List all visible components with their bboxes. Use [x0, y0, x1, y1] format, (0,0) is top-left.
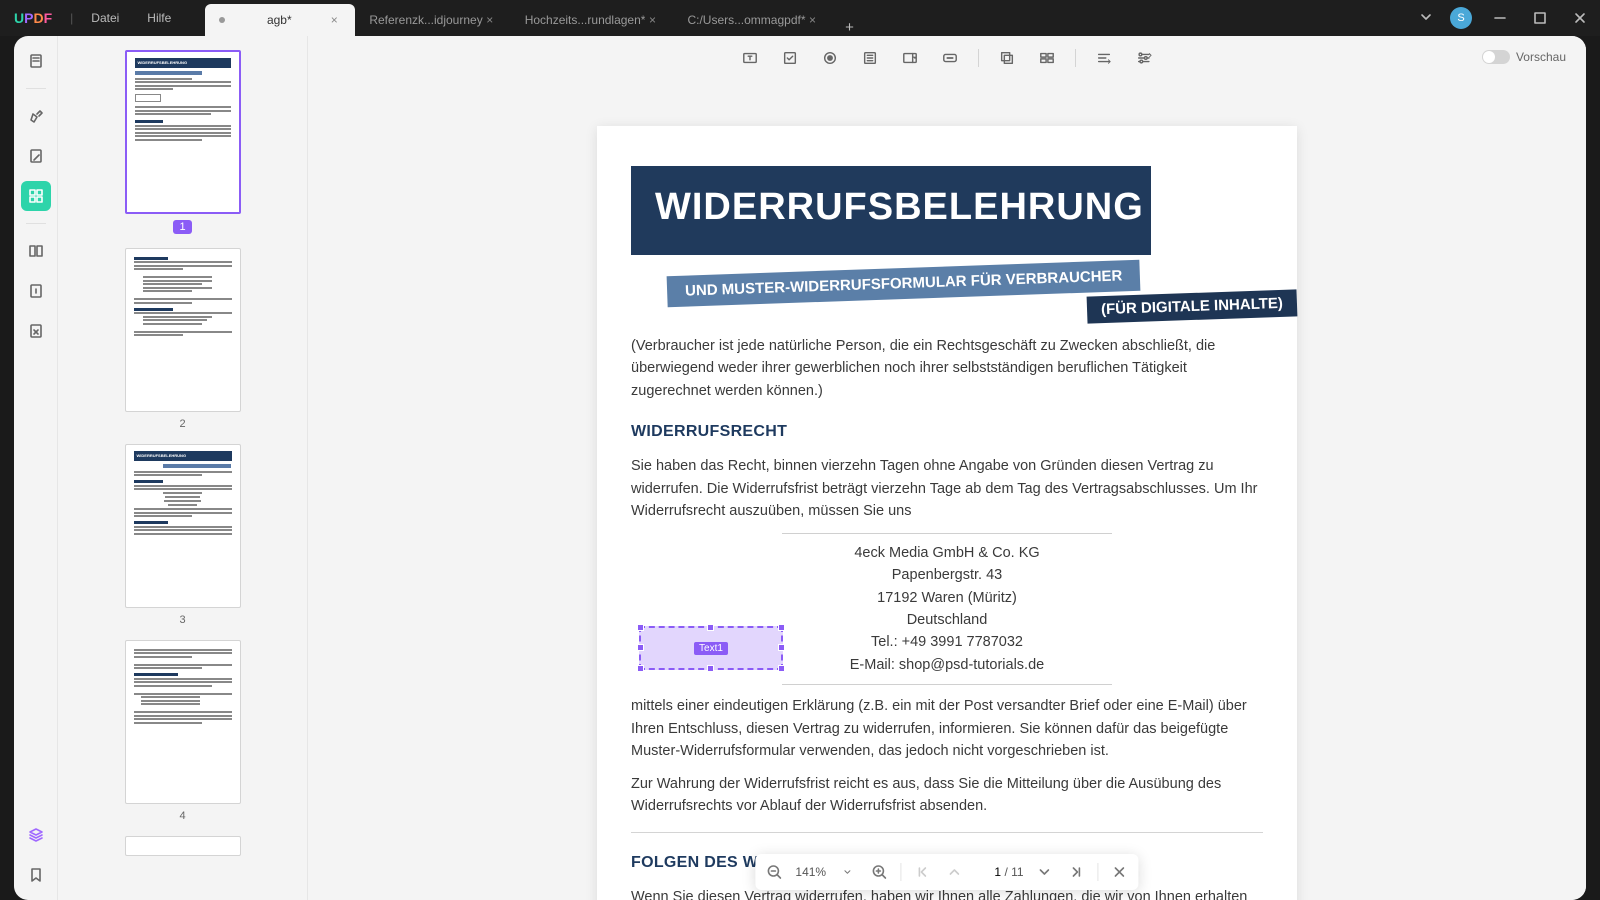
thumbnail-panel[interactable]: WIDERRUFSBELEHRUNG 1 2 WIDERRUFSBELEHRUNG… [58, 36, 308, 900]
thumb-number: 1 [173, 220, 191, 234]
copy-tool[interactable] [995, 46, 1019, 70]
button-tool[interactable] [938, 46, 962, 70]
crop-icon[interactable] [21, 316, 51, 346]
thumb-number: 4 [179, 810, 185, 822]
doc-subtitle-2: (FÜR DIGITALE INHALTE) [1087, 289, 1298, 323]
main-canvas-area: Vorschau WIDERRUFSBELEHRUNG UND MUSTER-W… [308, 36, 1586, 900]
page-canvas[interactable]: WIDERRUFSBELEHRUNG UND MUSTER-WIDERRUFSF… [308, 86, 1586, 900]
zoom-in-button[interactable] [868, 861, 890, 883]
resize-handle[interactable] [707, 624, 714, 631]
close-icon[interactable]: × [645, 13, 659, 27]
thumbnail-page-3[interactable]: WIDERRUFSBELEHRUNG [125, 444, 241, 608]
workspace: WIDERRUFSBELEHRUNG 1 2 WIDERRUFSBELEHRUNG… [14, 36, 1586, 900]
create-multiple-tool[interactable] [1035, 46, 1059, 70]
list-tool[interactable] [858, 46, 882, 70]
resize-handle[interactable] [778, 665, 785, 672]
close-icon[interactable]: × [483, 13, 497, 27]
new-tab-button[interactable]: + [834, 19, 866, 36]
preview-toggle[interactable]: Vorschau [1482, 50, 1566, 64]
resize-handle[interactable] [778, 624, 785, 631]
chevron-down-icon[interactable] [1418, 9, 1434, 28]
menu-help[interactable]: Hilfe [133, 11, 185, 25]
doc-paragraph: mittels einer eindeutigen Erklärung (z.B… [631, 695, 1263, 762]
resize-handle[interactable] [637, 624, 644, 631]
thumb-number: 3 [179, 614, 185, 626]
edit-icon[interactable] [21, 141, 51, 171]
pdf-page[interactable]: WIDERRUFSBELEHRUNG UND MUSTER-WIDERRUFSF… [597, 126, 1297, 900]
reader-icon[interactable] [21, 46, 51, 76]
app-logo: UPDF [0, 10, 66, 26]
text-field-tool[interactable] [738, 46, 762, 70]
form-toolbar [738, 46, 1156, 70]
minimize-button[interactable] [1480, 0, 1520, 36]
tab-users[interactable]: C:/Users...ommagpdf*× [673, 4, 833, 36]
resize-handle[interactable] [637, 665, 644, 672]
page-number-input[interactable] [975, 865, 1001, 879]
first-page-button[interactable] [911, 861, 933, 883]
thumbnail-page-1[interactable]: WIDERRUFSBELEHRUNG [125, 50, 241, 214]
doc-intro: (Verbraucher ist jede natürliche Person,… [631, 335, 1263, 402]
page-navigator: 141% / 11 [755, 854, 1138, 890]
avatar[interactable]: S [1450, 7, 1472, 29]
page-input-wrap: / 11 [975, 865, 1023, 879]
resize-handle[interactable] [707, 665, 714, 672]
thumbnail-page-2[interactable] [125, 248, 241, 412]
tab-hochzeits[interactable]: Hochzeits...rundlagen*× [511, 4, 674, 36]
checkbox-tool[interactable] [778, 46, 802, 70]
doc-paragraph: Sie haben das Recht, binnen vierzehn Tag… [631, 455, 1263, 522]
close-button[interactable] [1560, 0, 1600, 36]
document-tabs: agb*× Referenzk...idjourney× Hochzeits..… [205, 0, 1418, 36]
thumbnail-page-4[interactable] [125, 640, 241, 804]
doc-heading: WIDERRUFSRECHT [631, 420, 1263, 445]
thumb-number: 2 [179, 418, 185, 430]
last-page-button[interactable] [1066, 861, 1088, 883]
layers-icon[interactable] [21, 820, 51, 850]
doc-title-banner: WIDERRUFSBELEHRUNG [631, 166, 1151, 255]
maximize-button[interactable] [1520, 0, 1560, 36]
radio-tool[interactable] [818, 46, 842, 70]
bookmark-icon[interactable] [21, 860, 51, 890]
doc-paragraph: Zur Wahrung der Widerrufsfrist reicht es… [631, 773, 1263, 818]
thumbnail-page-5[interactable] [125, 836, 241, 856]
toggle-switch[interactable] [1482, 50, 1510, 64]
organize-icon[interactable] [21, 236, 51, 266]
menu-file[interactable]: Datei [77, 11, 133, 25]
align-tool[interactable] [1092, 46, 1116, 70]
resize-handle[interactable] [637, 644, 644, 651]
next-page-button[interactable] [1034, 861, 1056, 883]
close-icon[interactable]: × [806, 13, 820, 27]
resize-handle[interactable] [778, 644, 785, 651]
highlighter-icon[interactable] [21, 101, 51, 131]
form-settings-tool[interactable] [1132, 46, 1156, 70]
zoom-value[interactable]: 141% [795, 865, 826, 879]
tab-agb[interactable]: agb*× [205, 4, 355, 36]
combo-tool[interactable] [898, 46, 922, 70]
doc-subtitle-1: UND MUSTER-WIDERRUFSFORMULAR FÜR VERBRAU… [667, 260, 1141, 308]
close-icon[interactable]: × [327, 13, 341, 27]
prev-page-button[interactable] [943, 861, 965, 883]
field-label-tag: Text1 [694, 642, 728, 655]
title-bar: UPDF | Datei Hilfe agb*× Referenzk...idj… [0, 0, 1600, 36]
left-rail [14, 36, 58, 900]
form-icon[interactable] [21, 181, 51, 211]
zoom-out-button[interactable] [763, 861, 785, 883]
close-pager-button[interactable] [1109, 861, 1131, 883]
zoom-dropdown[interactable] [836, 861, 858, 883]
tab-referenzk[interactable]: Referenzk...idjourney× [355, 4, 510, 36]
form-text-field[interactable]: Text1 [639, 626, 783, 670]
protect-icon[interactable] [21, 276, 51, 306]
